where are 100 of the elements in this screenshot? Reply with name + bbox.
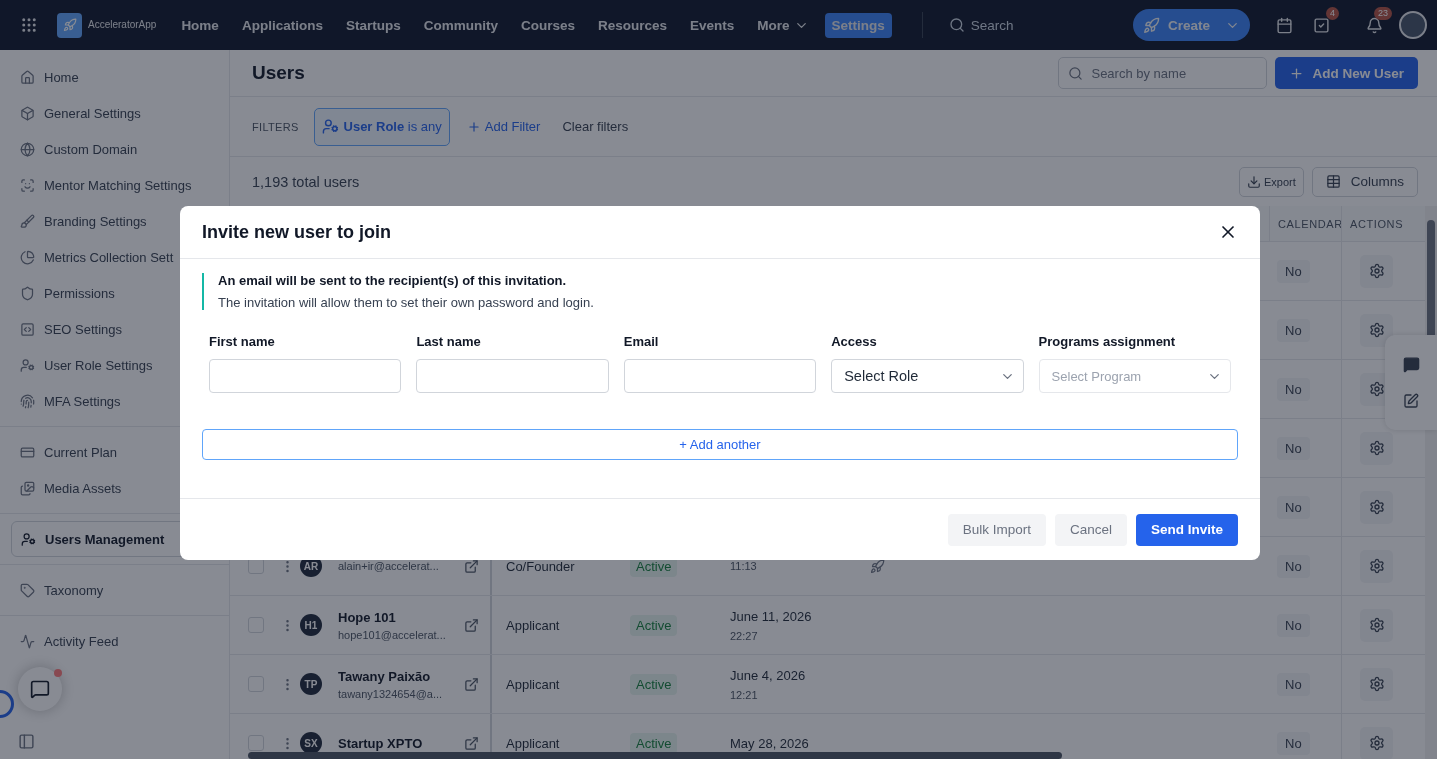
search-icon bbox=[1068, 65, 1084, 81]
app-name: AcceleratorApp bbox=[88, 20, 157, 30]
settings-icon bbox=[1368, 322, 1385, 338]
settings-button[interactable] bbox=[1360, 667, 1393, 701]
calendar-status: No bbox=[1277, 259, 1310, 283]
select-field[interactable]: Select Role bbox=[831, 359, 1024, 393]
settings-button[interactable] bbox=[1360, 608, 1393, 642]
nav-link[interactable]: Startups bbox=[338, 12, 408, 38]
sidebar-icon bbox=[20, 285, 35, 301]
sidebar-icon bbox=[20, 249, 35, 265]
sidebar-icon bbox=[20, 105, 35, 121]
dialog-button[interactable]: Send Invite bbox=[1136, 513, 1238, 546]
field-label: Last name bbox=[416, 334, 482, 349]
row-checkbox[interactable] bbox=[248, 735, 264, 751]
dialog-button[interactable]: Cancel bbox=[1054, 513, 1127, 546]
apps-grid-icon[interactable] bbox=[20, 16, 38, 34]
field-label: Programs assignment bbox=[1038, 334, 1177, 349]
download-icon bbox=[1246, 174, 1261, 189]
calendar-status: No bbox=[1277, 613, 1310, 637]
tasks-count: 4 bbox=[1326, 6, 1339, 20]
time-text: 12:21 bbox=[730, 688, 759, 701]
settings-icon bbox=[1368, 440, 1385, 456]
time-text: 11:13 bbox=[730, 560, 758, 572]
settings-icon bbox=[1368, 735, 1385, 751]
user-email: tawany1324654@a... bbox=[338, 687, 443, 700]
search-icon[interactable] bbox=[948, 17, 965, 33]
user-role: Applicant bbox=[506, 735, 560, 751]
calendar-status: No bbox=[1277, 436, 1310, 460]
sidebar-item[interactable]: Taxonomy bbox=[0, 572, 229, 608]
sidebar-item[interactable]: Mentor Matching Settings bbox=[0, 167, 229, 203]
nav-link[interactable]: More bbox=[750, 12, 816, 38]
dialog-button[interactable]: Bulk Import bbox=[947, 513, 1046, 546]
external-link-icon[interactable] bbox=[464, 558, 479, 574]
settings-button[interactable] bbox=[1360, 313, 1393, 347]
sidebar-icon bbox=[21, 531, 36, 547]
date-text: May 28, 2026 bbox=[730, 735, 810, 751]
calendar-status: No bbox=[1277, 377, 1310, 401]
sidebar-panel-icon bbox=[18, 733, 35, 750]
plus-icon bbox=[466, 119, 481, 134]
chat-button[interactable] bbox=[18, 667, 62, 711]
horizontal-scrollbar[interactable] bbox=[248, 752, 1062, 759]
add-user-button[interactable]: Add New User bbox=[1275, 57, 1418, 89]
user-initials: H1 bbox=[300, 614, 322, 636]
sidebar-icon bbox=[20, 213, 35, 229]
search-field[interactable]: Search by name bbox=[1058, 57, 1268, 89]
comment-button[interactable] bbox=[1402, 355, 1420, 373]
nav-link[interactable]: Home bbox=[174, 12, 226, 38]
text-input[interactable] bbox=[623, 359, 817, 393]
user-email: alain+ir@accelerat... bbox=[338, 560, 439, 572]
user-role: Applicant bbox=[506, 676, 560, 692]
text-input[interactable] bbox=[209, 359, 402, 393]
notifications-button[interactable] bbox=[1366, 16, 1383, 34]
nav-link[interactable]: Events bbox=[683, 12, 742, 38]
user-role: Co/Founder bbox=[506, 558, 575, 574]
add-another-button[interactable]: + Add another bbox=[202, 429, 1238, 460]
clear-filters-button[interactable]: Clear filters bbox=[562, 119, 629, 134]
select-field[interactable]: Select Program bbox=[1038, 359, 1231, 393]
date-text: June 11, 2026 bbox=[730, 608, 813, 624]
sidebar-icon bbox=[20, 177, 35, 193]
sidebar-item[interactable]: General Settings bbox=[0, 95, 229, 131]
create-button[interactable]: Create bbox=[1133, 9, 1250, 41]
nav-link[interactable]: Courses bbox=[513, 12, 582, 38]
settings-button[interactable] bbox=[1360, 549, 1393, 583]
edit-icon bbox=[1403, 393, 1419, 410]
export-button[interactable]: Export bbox=[1238, 166, 1304, 197]
sidebar-item[interactable]: Custom Domain bbox=[0, 131, 229, 167]
nav-link[interactable]: Applications bbox=[234, 12, 330, 38]
calendar-status: No bbox=[1277, 731, 1310, 755]
settings-icon bbox=[1368, 499, 1385, 515]
settings-button[interactable] bbox=[1360, 431, 1393, 465]
filter-chip[interactable]: User Role is any bbox=[313, 107, 450, 146]
calendar-button[interactable] bbox=[1276, 16, 1293, 34]
user-name: Hope 101 bbox=[338, 609, 397, 625]
settings-button[interactable] bbox=[1360, 726, 1393, 759]
sidebar-icon bbox=[20, 582, 35, 598]
sidebar-item[interactable]: User Role Settings bbox=[0, 347, 229, 383]
nav-link[interactable]: Community bbox=[416, 12, 505, 38]
filters-label: FILTERS bbox=[252, 120, 299, 133]
tasks-button[interactable] bbox=[1313, 16, 1330, 34]
user-avatar[interactable] bbox=[1399, 11, 1427, 39]
settings-button[interactable] bbox=[1360, 254, 1393, 288]
sidebar-icon bbox=[20, 393, 35, 409]
settings-icon bbox=[1368, 617, 1385, 633]
calendar-status: No bbox=[1277, 672, 1310, 696]
edit-button[interactable] bbox=[1403, 393, 1419, 410]
sidebar-item[interactable]: Activity Feed bbox=[0, 623, 229, 659]
columns-button[interactable]: Columns bbox=[1311, 166, 1418, 197]
sidebar-item[interactable]: Home bbox=[0, 59, 229, 95]
search-placeholder[interactable]: Search bbox=[970, 17, 1014, 33]
sidebar-item[interactable]: MFA Settings bbox=[0, 383, 229, 419]
collapse-sidebar-button[interactable] bbox=[18, 733, 35, 750]
plus-icon bbox=[1289, 65, 1305, 81]
nav-link[interactable]: Resources bbox=[590, 12, 674, 38]
sidebar-item[interactable]: Media Assets bbox=[0, 470, 229, 506]
calendar-status: No bbox=[1277, 495, 1310, 519]
user-name: Startup XPTO bbox=[338, 735, 423, 751]
add-filter-button[interactable]: Add Filter bbox=[466, 119, 541, 134]
text-input[interactable] bbox=[416, 359, 609, 393]
settings-button[interactable] bbox=[1360, 490, 1393, 524]
page-title: Users bbox=[252, 62, 306, 84]
